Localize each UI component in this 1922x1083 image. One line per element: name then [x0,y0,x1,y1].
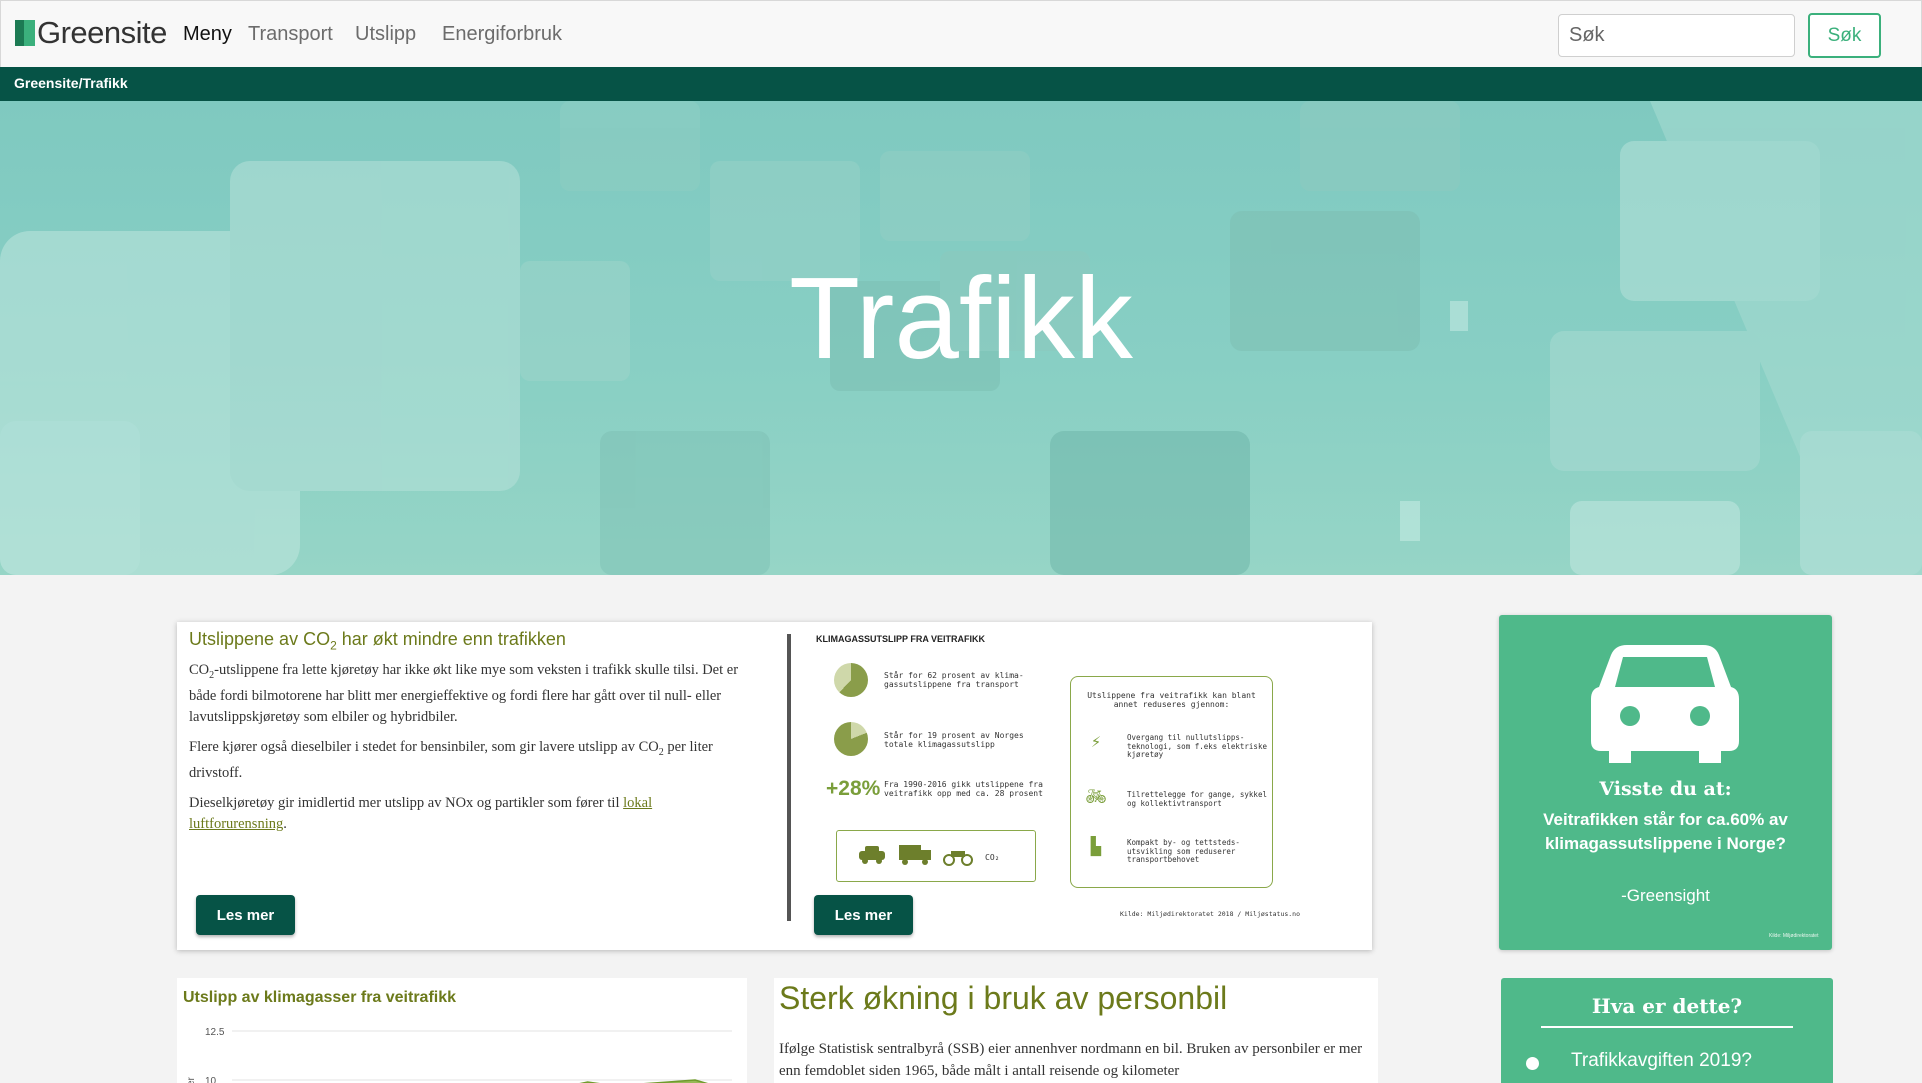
y-tick-label: 12.5 [205,1027,225,1038]
nav-meny[interactable]: Meny [183,23,232,46]
infographic: KLIMAGASSUTSLIPP FRA VEITRAFIKK Står for… [814,630,1354,920]
radio-bullet-icon[interactable] [1526,1057,1539,1070]
paragraph-2: Flere kjører også dieselbiler i stedet f… [189,738,713,781]
personbil-article-card: Sterk økning i bruk av personbil Ifølge … [774,978,1378,1083]
reduce-item: Overgang til nullutslipps-teknologi, som… [1127,733,1267,759]
pie-19-icon [834,722,868,756]
stat-growth: Fra 1990-2016 gikk utslippene fra veitra… [884,780,1043,798]
vehicles-icon [859,845,973,866]
fact-source: Kilde: Miljødirektoratet [1769,933,1819,939]
help-title: Hva er dette? [1591,994,1743,1018]
brand-logo[interactable]: Greensite [15,15,167,51]
reduce-heading: Utslippene fra veitrafikk kan blant anne… [1087,691,1256,709]
infographic-title: KLIMAGASSUTSLIPP FRA VEITRAFIKK [816,634,986,644]
co2-label: CO₂ [985,853,1000,862]
paragraph-1: CO2-utslippene fra lette kjøretøy har ik… [189,662,739,725]
trafikkavgift-link[interactable]: Trafikkavgiften 2019? [1571,1050,1752,1072]
reduce-item: Tilrettelegge for gange, sykkel og kolle… [1127,790,1267,808]
emissions-chart: 12.5 10 er [186,1027,732,1083]
what-is-this-card: Hva er dette? Trafikkavgiften 2019? [1501,978,1833,1083]
city-icon: ▙ [1090,837,1102,857]
reduce-box: Utslippene fra veitrafikk kan blant anne… [1070,676,1273,888]
help-divider [1541,1026,1793,1028]
brand-name: Greensite [37,15,167,50]
article-title: Sterk økning i bruk av personbil [779,980,1228,1016]
page: Greensite Meny Transport Utslipp Energif… [0,0,1922,1083]
breadcrumb[interactable]: Greensite/Trafikk [14,75,128,91]
co2-article-card: Utslippene av CO2 har økt mindre enn tra… [177,622,1372,950]
nav-energiforbruk[interactable]: Energiforbruk [442,23,562,46]
did-you-know-card: Visste du at: Veitrafikken står for ca.6… [1499,615,1832,950]
nav-transport[interactable]: Transport [248,23,333,46]
article-body: Ifølge Statistisk sentralbyrå (SSB) eier… [779,1041,1363,1079]
hero-title: Trafikk [789,253,1133,383]
search-input[interactable] [1558,14,1795,57]
bicycle-icon: 🚲︎ [1085,787,1107,807]
pie-62-icon [834,663,868,697]
car-icon [1591,645,1739,763]
stat-transport: Står for 62 prosent av klima-gassutslipp… [884,671,1024,689]
fact-heading: Visste du at: [1599,778,1732,800]
reduce-item: Kompakt by- og tettsteds-utsvikling som … [1127,838,1240,864]
electric-car-icon: ⚡ [1090,732,1102,752]
infographic-source: Kilde: Miljødirektoratet 2018 / Miljøsta… [1120,910,1301,918]
emissions-chart-card: Utslipp av klimagasser fra veitrafikk 12… [177,978,747,1083]
y-axis-label: er [186,1076,197,1083]
breadcrumb-bar: Greensite/Trafikk [0,67,1922,101]
vertical-divider [787,634,791,921]
stat-total: Står for 19 prosent av Norges totale kli… [884,731,1024,749]
paragraph-3: Dieselkjøretøy gir imidlertid mer utslip… [189,794,653,832]
hero-banner: Trafikk [0,101,1922,575]
card-title: Utslippene av CO2 har økt mindre enn tra… [189,629,566,653]
nav-utslipp[interactable]: Utslipp [355,23,416,46]
les-mer-button-left[interactable]: Les mer [196,895,295,935]
top-navbar: Greensite Meny Transport Utslipp Energif… [0,0,1922,67]
leaf-logo-icon [15,20,35,46]
growth-percent: +28% [826,777,881,800]
y-tick-label: 10 [205,1076,217,1083]
fact-author: -Greensight [1621,886,1710,905]
vehicle-box: CO₂ [836,830,1036,882]
search-button[interactable]: Søk [1808,13,1881,58]
fact-text: Veitrafikken står for ca.60% av klimagas… [1543,810,1788,853]
card-body-text: CO2-utslippene fra lette kjøretøy har ik… [189,660,739,844]
